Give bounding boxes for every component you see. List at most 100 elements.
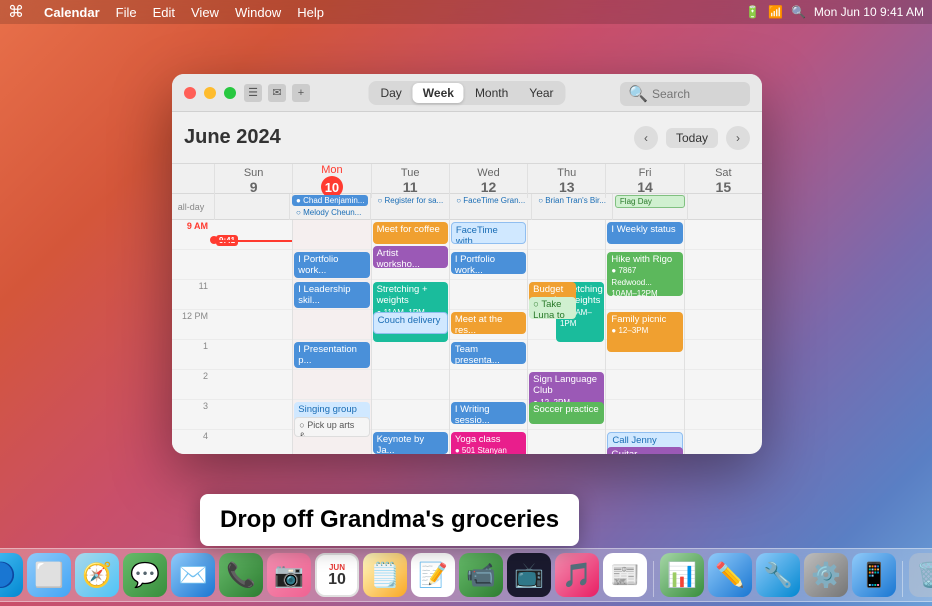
tab-day[interactable]: Day xyxy=(370,83,411,103)
event-tooltip: Drop off Grandma's groceries xyxy=(200,494,579,546)
zoom-button[interactable] xyxy=(224,87,236,99)
dock-numbers[interactable]: 📊 xyxy=(660,553,704,597)
day-name-sat: Sat xyxy=(715,167,732,179)
event-yoga-wed[interactable]: Yoga class● 501 Stanyan St...4–6:30PM xyxy=(451,432,526,454)
today-button[interactable]: Today xyxy=(666,128,718,148)
close-button[interactable] xyxy=(184,87,196,99)
event-presentation-mon[interactable]: I Presentation p... xyxy=(294,342,369,368)
tab-week[interactable]: Week xyxy=(413,83,464,103)
time-4: 4 xyxy=(172,430,214,454)
minimize-button[interactable] xyxy=(204,87,216,99)
menu-window[interactable]: Window xyxy=(235,5,281,20)
time-10 xyxy=(172,250,214,280)
event-meet-res-wed[interactable]: Meet at the res... xyxy=(451,312,526,334)
allday-tue: ○ Register for sa... xyxy=(370,194,449,220)
dock-separator-2 xyxy=(902,561,903,597)
event-luna-thu[interactable]: ○ Take Luna to th... xyxy=(529,297,576,319)
event-guitar-fri[interactable]: Guitar lessons... xyxy=(607,447,682,454)
allday-event-facetime[interactable]: ○ FaceTime Gran... xyxy=(452,195,529,206)
sidebar-toggle[interactable]: ☰ xyxy=(244,84,262,102)
allday-wed: ○ FaceTime Gran... xyxy=(449,194,531,220)
menu-view[interactable]: View xyxy=(191,5,219,20)
day-header-tue: Tue 11 xyxy=(371,164,449,198)
allday-thu: ○ Brian Tran's Bir... xyxy=(531,194,612,220)
window-titlebar: ☰ ✉ + Day Week Month Year 🔍 xyxy=(172,74,762,112)
dock-calendar[interactable]: JUN 10 xyxy=(315,553,359,597)
event-picnic-fri[interactable]: Family picnic● 12–3PM xyxy=(607,312,682,352)
dock-messages[interactable]: 💬 xyxy=(123,553,167,597)
menu-edit[interactable]: Edit xyxy=(153,5,175,20)
prev-button[interactable]: ‹ xyxy=(634,126,658,150)
day-col-wed: FaceTime with... I Portfolio work... Mee… xyxy=(449,220,527,454)
allday-event-flagday[interactable]: Flag Day xyxy=(615,195,685,208)
apple-menu[interactable]: ⌘ xyxy=(8,2,24,22)
search-input[interactable] xyxy=(652,87,742,101)
day-num-13: 13 xyxy=(559,179,575,195)
add-button[interactable]: + xyxy=(292,84,310,102)
time-12pm: 12 PM xyxy=(172,310,214,340)
dock-photos[interactable]: 📷 xyxy=(267,553,311,597)
event-keynote-tue[interactable]: Keynote by Ja... xyxy=(373,432,448,454)
dock-appletv[interactable]: 📺 xyxy=(507,553,551,597)
event-couch-tue[interactable]: Couch delivery xyxy=(373,312,448,334)
datetime-display: Mon Jun 10 9:41 AM xyxy=(814,5,924,19)
event-hike-fri[interactable]: Hike with Rigo● 7867 Redwood...10AM–12PM xyxy=(607,252,682,296)
day-header-fri: Fri 14 xyxy=(605,164,683,198)
event-soccer-thu[interactable]: Soccer practice xyxy=(529,402,604,424)
event-portfolio-work-mon[interactable]: I Portfolio work... xyxy=(294,252,369,278)
dock-iphone-mirroring[interactable]: 📱 xyxy=(852,553,896,597)
event-team-presenta-wed[interactable]: Team presenta... xyxy=(451,342,526,364)
app-menu-calendar[interactable]: Calendar xyxy=(44,5,100,20)
dock-pages[interactable]: ✏️ xyxy=(708,553,752,597)
dock-launchpad[interactable]: ⬜ xyxy=(27,553,71,597)
day-col-tue: Meet for coffee Artist worksho... Stretc… xyxy=(371,220,449,454)
day-name-tue: Tue xyxy=(401,167,420,179)
event-meet-coffee-tue[interactable]: Meet for coffee xyxy=(373,222,448,244)
allday-event-melody[interactable]: ○ Melody Cheun... xyxy=(292,207,368,218)
day-num-15: 15 xyxy=(716,179,732,195)
search-icon: 🔍 xyxy=(628,84,648,104)
event-portfolio-wed[interactable]: I Portfolio work... xyxy=(451,252,526,274)
search-box[interactable]: 🔍 xyxy=(620,82,750,106)
menu-help[interactable]: Help xyxy=(297,5,324,20)
inbox-icon[interactable]: ✉ xyxy=(268,84,286,102)
traffic-lights xyxy=(184,87,236,99)
dock-news[interactable]: 📰 xyxy=(603,553,647,597)
day-name-fri: Fri xyxy=(639,167,652,179)
event-weekly-fri[interactable]: I Weekly status xyxy=(607,222,682,244)
time-1: 1 xyxy=(172,340,214,370)
day-header-thu: Thu 13 xyxy=(527,164,605,198)
allday-event-chad[interactable]: ● Chad Benjamin... xyxy=(292,195,368,206)
dock-reminders[interactable]: 📝 xyxy=(411,553,455,597)
allday-row: all-day ● Chad Benjamin... ○ Melody Cheu… xyxy=(172,194,762,220)
event-writing-wed[interactable]: I Writing sessio... xyxy=(451,402,526,424)
menu-file[interactable]: File xyxy=(116,5,137,20)
tab-year[interactable]: Year xyxy=(519,83,563,103)
dock-safari[interactable]: 🧭 xyxy=(75,553,119,597)
dock-notes[interactable]: 🗒️ xyxy=(363,553,407,597)
event-facetime-wed[interactable]: FaceTime with... xyxy=(451,222,526,244)
dock-music[interactable]: 🎵 xyxy=(555,553,599,597)
event-leadership-mon[interactable]: I Leadership skil... xyxy=(294,282,369,308)
dock-finder[interactable]: 🔵 xyxy=(0,553,23,597)
event-pickup-mon[interactable]: ○ Pick up arts &... xyxy=(294,417,369,437)
allday-event-brian[interactable]: ○ Brian Tran's Bir... xyxy=(534,195,610,206)
calendar-grid: 9:41 I Portfolio work... I Leadership sk… xyxy=(214,220,762,454)
day-col-fri: I Weekly status Hike with Rigo● 7867 Red… xyxy=(605,220,683,454)
dock-mail[interactable]: ✉️ xyxy=(171,553,215,597)
tab-month[interactable]: Month xyxy=(465,83,518,103)
calendar-header: June 2024 ‹ Today › xyxy=(172,112,762,164)
next-button[interactable]: › xyxy=(726,126,750,150)
menubar: ⌘ Calendar File Edit View Window Help 🔋 … xyxy=(0,0,932,24)
allday-event-register[interactable]: ○ Register for sa... xyxy=(373,195,447,206)
days-header: Sun 9 Mon 10 Tue 11 Wed 12 Thu 13 Fri 14… xyxy=(172,164,762,194)
dock-appstore[interactable]: 🔧 xyxy=(756,553,800,597)
day-header-mon: Mon 10 xyxy=(292,164,370,198)
dock-systemprefs[interactable]: ⚙️ xyxy=(804,553,848,597)
event-artist-workshop-tue[interactable]: Artist worksho... xyxy=(373,246,448,268)
day-header-sun: Sun 9 xyxy=(214,164,292,198)
dock-phone[interactable]: 📞 xyxy=(219,553,263,597)
wifi-icon: 📶 xyxy=(768,5,783,19)
dock-facetime[interactable]: 📹 xyxy=(459,553,503,597)
dock-trash[interactable]: 🗑️ xyxy=(909,553,932,597)
